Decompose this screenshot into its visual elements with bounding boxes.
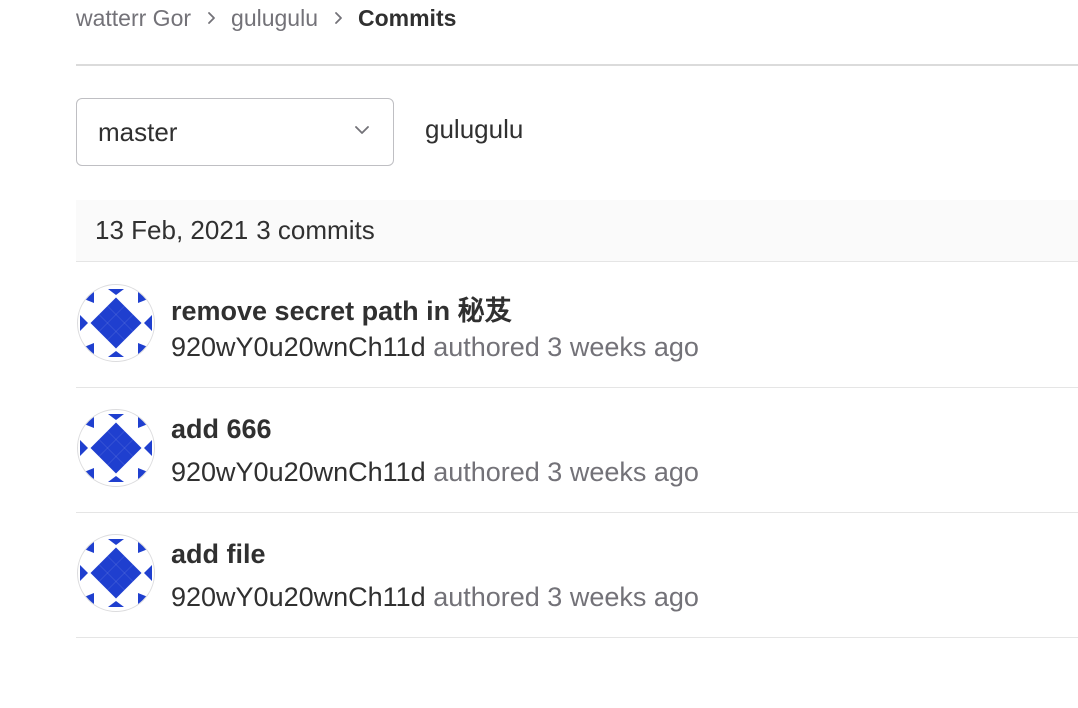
identicon-pattern xyxy=(80,539,152,607)
header-divider xyxy=(76,64,1078,66)
commit-meta: 920wY0u20wnCh11d authored 3 weeks ago xyxy=(171,457,699,488)
chevron-down-icon xyxy=(353,121,371,144)
commit-row: remove secret path in 秘芨 920wY0u20wnCh11… xyxy=(76,263,1078,388)
commit-meta: 920wY0u20wnCh11d authored 3 weeks ago xyxy=(171,582,699,613)
identicon-pattern xyxy=(80,414,152,482)
avatar[interactable] xyxy=(77,284,155,362)
commit-meta: 920wY0u20wnCh11d authored 3 weeks ago xyxy=(171,332,699,363)
commit-day-count: 3 commits xyxy=(256,215,375,245)
commit-author-link[interactable]: 920wY0u20wnCh11d xyxy=(171,582,426,612)
commit-list: remove secret path in 秘芨 920wY0u20wnCh11… xyxy=(76,263,1078,638)
branch-dropdown[interactable]: master xyxy=(76,98,394,166)
chevron-right-icon xyxy=(318,11,358,25)
commit-row: add file 920wY0u20wnCh11d authored 3 wee… xyxy=(76,513,1078,638)
commit-day-header: 13 Feb, 2021 3 commits xyxy=(76,200,1078,262)
repository-path: gulugulu xyxy=(425,114,524,144)
breadcrumb-current: Commits xyxy=(358,4,457,31)
commit-authored-time: authored 3 weeks ago xyxy=(433,582,699,612)
breadcrumb-link-namespace[interactable]: watterr Gor xyxy=(76,5,191,32)
commit-title-link[interactable]: add file xyxy=(171,539,266,570)
commit-author-link[interactable]: 920wY0u20wnCh11d xyxy=(171,457,426,487)
commit-title-link[interactable]: add 666 xyxy=(171,414,272,445)
commits-page: watterr Gor gulugulu Commits master gulu… xyxy=(0,0,1078,708)
branch-dropdown-value: master xyxy=(98,116,178,147)
breadcrumb: watterr Gor gulugulu Commits xyxy=(76,4,456,32)
commit-day-date: 13 Feb, 2021 xyxy=(95,215,249,245)
commit-author-link[interactable]: 920wY0u20wnCh11d xyxy=(171,332,426,362)
avatar[interactable] xyxy=(77,534,155,612)
commit-row: add 666 920wY0u20wnCh11d authored 3 week… xyxy=(76,388,1078,513)
commit-authored-time: authored 3 weeks ago xyxy=(433,457,699,487)
avatar[interactable] xyxy=(77,409,155,487)
chevron-right-icon xyxy=(191,11,231,25)
identicon-pattern xyxy=(80,289,152,357)
commit-title-link[interactable]: remove secret path in 秘芨 xyxy=(171,289,512,328)
commit-authored-time: authored 3 weeks ago xyxy=(433,332,699,362)
breadcrumb-link-project[interactable]: gulugulu xyxy=(231,5,318,32)
